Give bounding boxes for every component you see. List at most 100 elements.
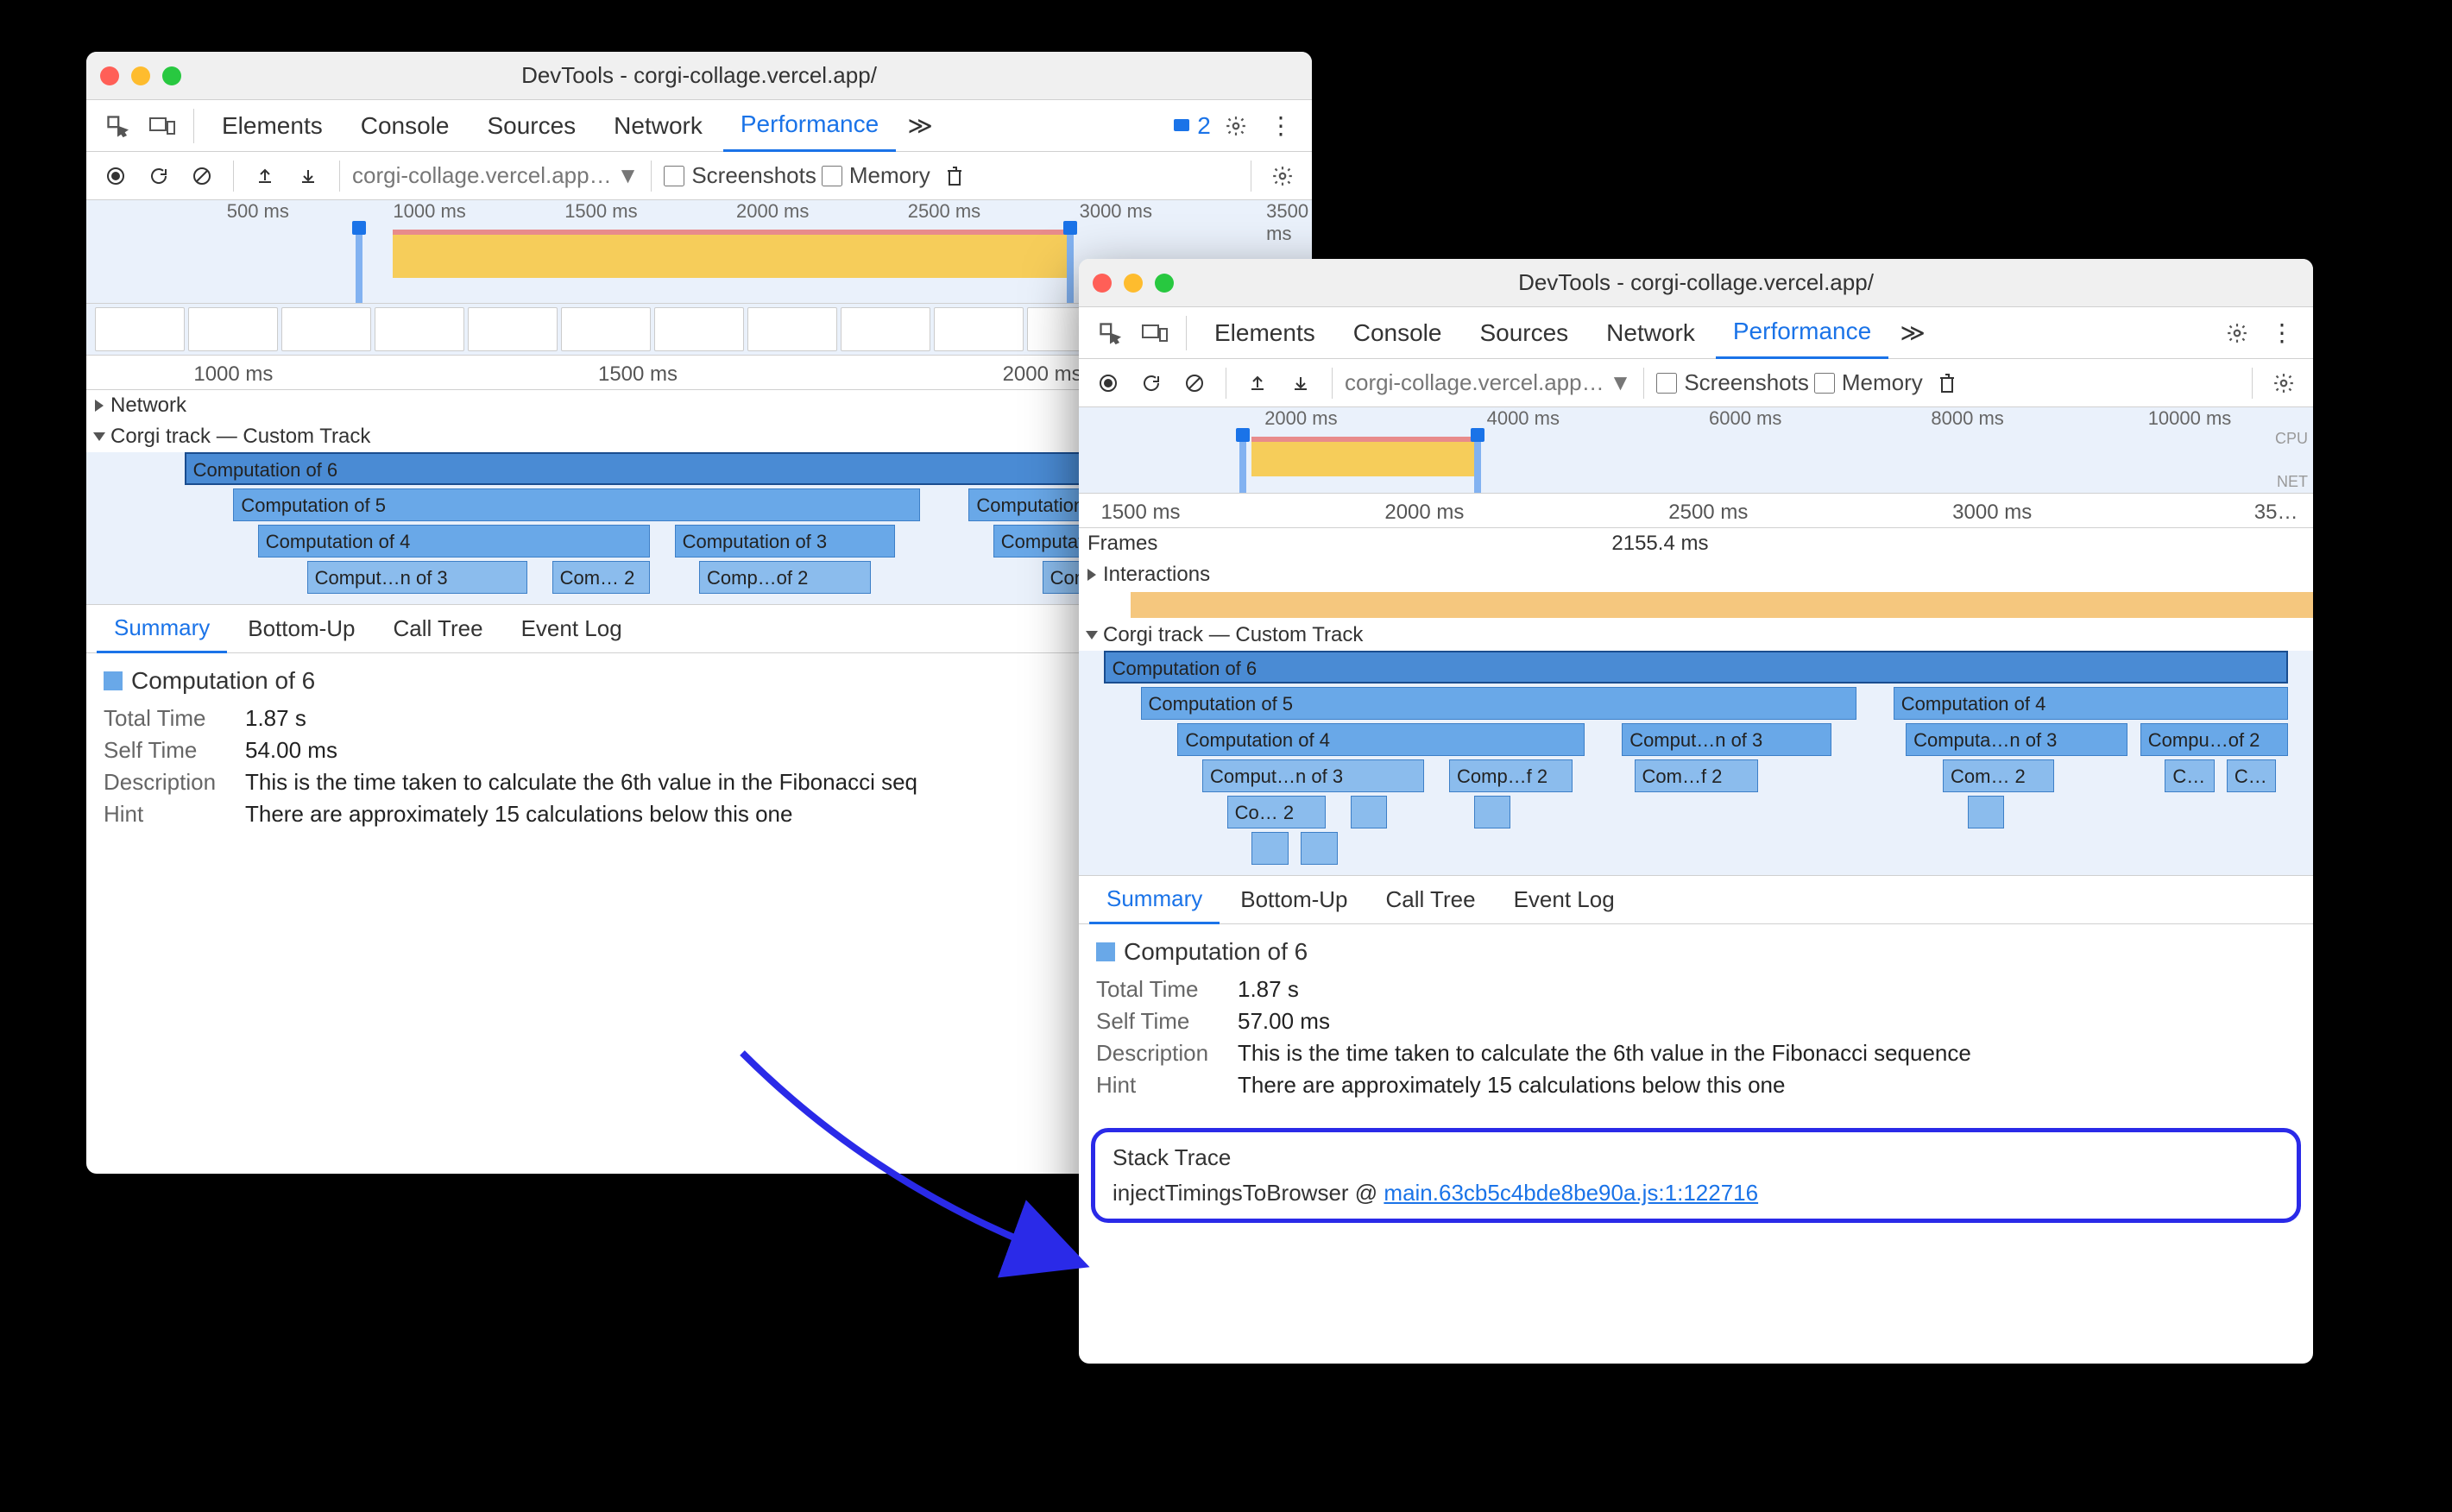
- device-icon[interactable]: [142, 105, 183, 147]
- flame-segment[interactable]: Comp…f 2: [1449, 759, 1573, 792]
- tab-elements[interactable]: Elements: [1197, 307, 1333, 359]
- more-tabs-icon[interactable]: ≫: [1892, 312, 1933, 354]
- tab-console[interactable]: Console: [344, 100, 467, 152]
- flame-segment[interactable]: Computation of 5: [233, 488, 919, 521]
- flame-segment[interactable]: [1251, 832, 1289, 865]
- dtab-summary[interactable]: Summary: [1089, 876, 1220, 924]
- flame-chart[interactable]: Computation of 6Computation of 5Computat…: [1079, 651, 2313, 875]
- kv-label: Total Time: [104, 705, 224, 732]
- kebab-icon[interactable]: ⋮: [1260, 105, 1302, 147]
- flame-segment[interactable]: Compu…of 2: [2140, 723, 2289, 756]
- gc-icon[interactable]: [1928, 364, 1966, 402]
- flame-segment[interactable]: [1351, 796, 1388, 828]
- reload-icon[interactable]: [1132, 364, 1170, 402]
- flame-segment[interactable]: [1301, 832, 1338, 865]
- stack-trace-link[interactable]: main.63cb5c4bde8be90a.js:1:122716: [1384, 1180, 1758, 1206]
- flame-segment[interactable]: C…: [2227, 759, 2276, 792]
- record-icon[interactable]: [1089, 364, 1127, 402]
- interaction-bar[interactable]: [1131, 592, 2313, 618]
- flame-segment[interactable]: C…: [2165, 759, 2214, 792]
- tab-performance[interactable]: Performance: [1716, 307, 1888, 359]
- tab-console[interactable]: Console: [1336, 307, 1459, 359]
- maximize-icon[interactable]: [1155, 274, 1174, 293]
- reload-icon[interactable]: [140, 157, 178, 195]
- clear-icon[interactable]: [183, 157, 221, 195]
- flame-segment[interactable]: [1474, 796, 1511, 828]
- dtab-summary[interactable]: Summary: [97, 605, 227, 653]
- tick: 1000 ms: [393, 200, 465, 223]
- flame-segment[interactable]: Comp…of 2: [699, 561, 871, 594]
- flame-segment[interactable]: Computation of 4: [1894, 687, 2289, 720]
- inspect-icon[interactable]: [97, 105, 138, 147]
- ruler-tick: 2500 ms: [1668, 501, 1748, 525]
- ruler-tick: 1500 ms: [598, 362, 678, 387]
- issues-icon[interactable]: 2: [1170, 105, 1212, 147]
- flame-segment[interactable]: Comput…n of 3: [1622, 723, 1831, 756]
- flame-segment[interactable]: Co… 2: [1227, 796, 1326, 828]
- tab-sources[interactable]: Sources: [1462, 307, 1585, 359]
- upload-icon[interactable]: [246, 157, 284, 195]
- inspect-icon[interactable]: [1089, 312, 1131, 354]
- range-handle-left[interactable]: [1239, 428, 1246, 493]
- screenshots-checkbox[interactable]: Screenshots: [1656, 369, 1809, 396]
- perf-settings-icon[interactable]: [1264, 157, 1302, 195]
- flame-segment[interactable]: Computa…n of 3: [1906, 723, 2127, 756]
- flame-segment[interactable]: Computation of 3: [675, 525, 896, 558]
- tab-sources[interactable]: Sources: [470, 100, 593, 152]
- frames-row[interactable]: Frames 2155.4 ms: [1079, 528, 2313, 559]
- upload-icon[interactable]: [1239, 364, 1276, 402]
- flame-segment[interactable]: Computation of 4: [258, 525, 650, 558]
- download-icon[interactable]: [289, 157, 327, 195]
- flame-segment[interactable]: Comput…n of 3: [1202, 759, 1424, 792]
- kv-value: 54.00 ms: [245, 737, 337, 764]
- flame-segment[interactable]: Com… 2: [1943, 759, 2054, 792]
- flame-segment[interactable]: Comput…n of 3: [307, 561, 528, 594]
- maximize-icon[interactable]: [162, 66, 181, 85]
- device-icon[interactable]: [1134, 312, 1176, 354]
- range-handle-right[interactable]: [1474, 428, 1481, 493]
- more-tabs-icon[interactable]: ≫: [899, 105, 941, 147]
- range-handle-right[interactable]: [1067, 221, 1074, 303]
- track-interactions[interactable]: Interactions: [1079, 559, 2313, 590]
- tab-network[interactable]: Network: [596, 100, 720, 152]
- tab-network[interactable]: Network: [1589, 307, 1712, 359]
- record-icon[interactable]: [97, 157, 135, 195]
- flame-segment[interactable]: [1968, 796, 2005, 828]
- settings-icon[interactable]: [1215, 105, 1257, 147]
- flame-segment[interactable]: Com…f 2: [1635, 759, 1758, 792]
- tab-performance[interactable]: Performance: [723, 100, 896, 152]
- download-icon[interactable]: [1282, 364, 1320, 402]
- flame-segment[interactable]: Computation of 5: [1141, 687, 1856, 720]
- memory-checkbox[interactable]: Memory: [1814, 369, 1923, 396]
- close-icon[interactable]: [100, 66, 119, 85]
- overview-minimap[interactable]: 2000 ms 4000 ms 6000 ms 8000 ms 10000 ms…: [1079, 407, 2313, 494]
- issues-count: 2: [1197, 112, 1211, 140]
- dtab-eventlog[interactable]: Event Log: [504, 605, 640, 653]
- ruler-tick: 1500 ms: [1100, 501, 1180, 525]
- dtab-bottomup[interactable]: Bottom-Up: [230, 605, 372, 653]
- screenshots-checkbox[interactable]: Screenshots: [664, 162, 816, 189]
- flame-segment[interactable]: Computation of 6: [1104, 651, 2289, 684]
- dtab-eventlog[interactable]: Event Log: [1497, 876, 1632, 924]
- minimize-icon[interactable]: [131, 66, 150, 85]
- clear-icon[interactable]: [1176, 364, 1213, 402]
- minimize-icon[interactable]: [1124, 274, 1143, 293]
- track-custom[interactable]: Corgi track — Custom Track: [1079, 620, 2313, 651]
- range-handle-left[interactable]: [356, 221, 362, 303]
- gc-icon[interactable]: [936, 157, 974, 195]
- flame-segment[interactable]: Com… 2: [552, 561, 651, 594]
- perf-settings-icon[interactable]: [2265, 364, 2303, 402]
- kv-label: Hint: [1096, 1072, 1217, 1099]
- dtab-calltree[interactable]: Call Tree: [1369, 876, 1493, 924]
- time-ruler[interactable]: 1500 ms 2000 ms 2500 ms 3000 ms 35…: [1079, 494, 2313, 528]
- tab-elements[interactable]: Elements: [205, 100, 340, 152]
- url-select[interactable]: corgi-collage.vercel.app…▼: [1345, 369, 1631, 396]
- kebab-icon[interactable]: ⋮: [2261, 312, 2303, 354]
- flame-segment[interactable]: Computation of 4: [1177, 723, 1585, 756]
- dtab-bottomup[interactable]: Bottom-Up: [1223, 876, 1365, 924]
- dtab-calltree[interactable]: Call Tree: [376, 605, 501, 653]
- close-icon[interactable]: [1093, 274, 1112, 293]
- settings-icon[interactable]: [2216, 312, 2258, 354]
- url-select[interactable]: corgi-collage.vercel.app…▼: [352, 162, 639, 189]
- memory-checkbox[interactable]: Memory: [822, 162, 930, 189]
